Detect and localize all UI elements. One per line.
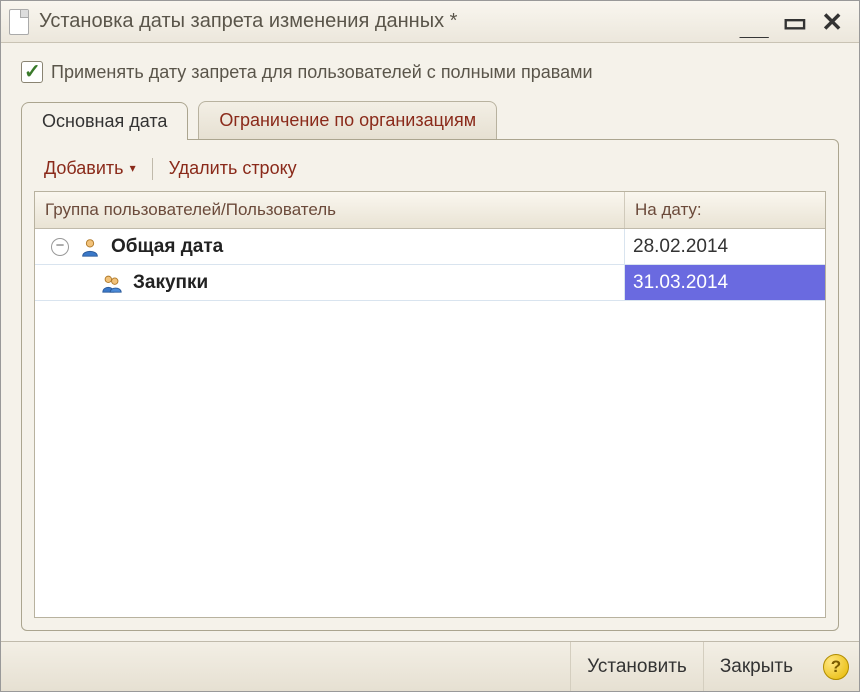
document-icon xyxy=(9,9,29,35)
table-row[interactable]: − Общая дата 28.02.2014 xyxy=(35,229,825,265)
user-icon xyxy=(79,236,101,258)
users-table: Группа пользователей/Пользователь На дат… xyxy=(34,191,826,618)
tab-label: Ограничение по организациям xyxy=(219,110,476,130)
window-title: Установка даты запрета изменения данных … xyxy=(39,10,740,33)
tab-label: Основная дата xyxy=(42,111,167,131)
delete-row-label: Удалить строку xyxy=(169,158,297,178)
row-label: Закупки xyxy=(133,272,208,294)
table-header: Группа пользователей/Пользователь На дат… xyxy=(35,192,825,229)
column-header-date[interactable]: На дату: xyxy=(625,192,825,228)
close-button[interactable]: Закрыть xyxy=(703,642,809,691)
row-label: Общая дата xyxy=(111,236,223,258)
footer: Установить Закрыть ? xyxy=(1,641,859,691)
close-window-button[interactable]: ✕ xyxy=(821,9,843,35)
table-row[interactable]: Закупки 31.03.2014 xyxy=(35,265,825,301)
table-body: − Общая дата 28.02.2014 xyxy=(35,229,825,617)
tab-panel: Добавить ▾ Удалить строку Группа пользова… xyxy=(21,139,839,631)
maximize-button[interactable]: ▭ xyxy=(783,9,808,35)
chevron-down-icon: ▾ xyxy=(130,161,136,175)
tabs-row: Основная дата Ограничение по организация… xyxy=(21,101,839,139)
delete-row-button[interactable]: Удалить строку xyxy=(165,156,301,181)
toolbar-separator xyxy=(152,158,153,180)
apply-for-full-rights-checkbox[interactable] xyxy=(21,61,43,83)
help-button[interactable]: ? xyxy=(823,654,849,680)
column-header-group-user[interactable]: Группа пользователей/Пользователь xyxy=(35,192,625,228)
add-button[interactable]: Добавить ▾ xyxy=(40,156,140,181)
cell-date[interactable]: 31.03.2014 xyxy=(625,265,825,300)
titlebar: Установка даты запрета изменения данных … xyxy=(1,1,859,43)
window-controls: __ ▭ ✕ xyxy=(740,9,851,35)
cell-group-user: Закупки xyxy=(35,265,625,300)
user-group-icon xyxy=(101,272,123,294)
apply-button[interactable]: Установить xyxy=(570,642,703,691)
add-button-label: Добавить xyxy=(44,158,124,178)
apply-button-label: Установить xyxy=(587,656,687,678)
tab-main-date[interactable]: Основная дата xyxy=(21,102,188,140)
tab-org-restrictions[interactable]: Ограничение по организациям xyxy=(198,101,497,139)
close-button-label: Закрыть xyxy=(720,656,793,678)
checkbox-label: Применять дату запрета для пользователей… xyxy=(51,62,593,83)
collapse-icon[interactable]: − xyxy=(51,238,69,256)
minimize-button[interactable]: __ xyxy=(740,13,769,39)
cell-date[interactable]: 28.02.2014 xyxy=(625,229,825,264)
body-area: Применять дату запрета для пользователей… xyxy=(1,43,859,641)
window: Установка даты запрета изменения данных … xyxy=(0,0,860,692)
cell-group-user: − Общая дата xyxy=(35,229,625,264)
checkbox-row: Применять дату запрета для пользователей… xyxy=(21,61,839,83)
toolbar: Добавить ▾ Удалить строку xyxy=(34,152,826,191)
